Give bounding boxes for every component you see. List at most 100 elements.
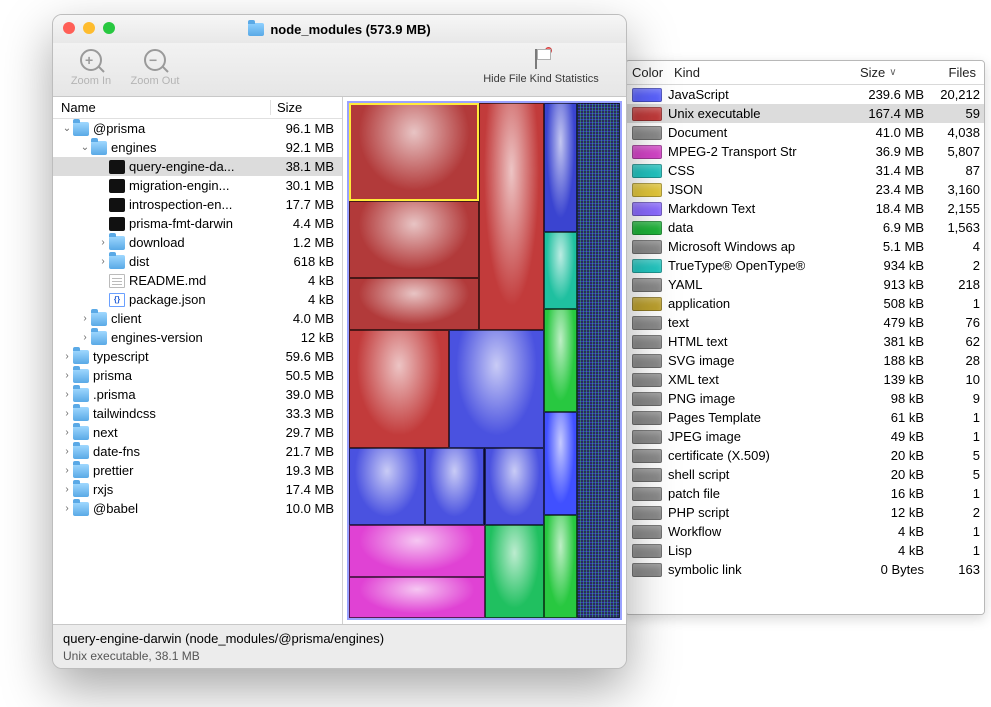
stats-row[interactable]: Workflow4 kB1 bbox=[626, 522, 984, 541]
stats-row[interactable]: Document41.0 MB4,038 bbox=[626, 123, 984, 142]
tree-row[interactable]: ›engines-version12 kB bbox=[53, 328, 342, 347]
chevron-right-icon[interactable]: › bbox=[61, 427, 73, 438]
tree-row[interactable]: ›download1.2 MB bbox=[53, 233, 342, 252]
stats-row[interactable]: JavaScript239.6 MB20,212 bbox=[626, 85, 984, 104]
treemap-block[interactable] bbox=[544, 232, 577, 309]
stats-row[interactable]: application508 kB1 bbox=[626, 294, 984, 313]
chevron-right-icon[interactable]: › bbox=[61, 446, 73, 457]
chevron-right-icon[interactable]: › bbox=[61, 408, 73, 419]
tree-row[interactable]: ›prisma-fmt-darwin4.4 MB bbox=[53, 214, 342, 233]
chevron-right-icon[interactable]: › bbox=[61, 370, 73, 381]
tree-row[interactable]: ›rxjs17.4 MB bbox=[53, 480, 342, 499]
stats-body[interactable]: JavaScript239.6 MB20,212Unix executable1… bbox=[626, 85, 984, 614]
tree-row[interactable]: ›.prisma39.0 MB bbox=[53, 385, 342, 404]
chevron-right-icon[interactable]: › bbox=[79, 332, 91, 343]
stats-row[interactable]: SVG image188 kB28 bbox=[626, 351, 984, 370]
stats-kind: MPEG-2 Transport Str bbox=[668, 144, 854, 159]
treemap-block[interactable] bbox=[544, 103, 577, 232]
stats-row[interactable]: YAML913 kB218 bbox=[626, 275, 984, 294]
stats-row[interactable]: shell script20 kB5 bbox=[626, 465, 984, 484]
treemap-block[interactable] bbox=[479, 103, 544, 330]
tree-body[interactable]: ⌄@prisma96.1 MB⌄engines92.1 MB›query-eng… bbox=[53, 119, 342, 624]
chevron-right-icon[interactable]: › bbox=[61, 389, 73, 400]
tree-item-name: @prisma bbox=[93, 121, 272, 136]
tree-row[interactable]: ›query-engine-da...38.1 MB bbox=[53, 157, 342, 176]
treemap[interactable] bbox=[347, 101, 622, 620]
treemap-block[interactable] bbox=[577, 103, 620, 618]
tree-row[interactable]: ›introspection-en...17.7 MB bbox=[53, 195, 342, 214]
treemap-block[interactable] bbox=[349, 201, 479, 278]
chevron-right-icon[interactable]: › bbox=[61, 351, 73, 362]
treemap-block[interactable] bbox=[485, 525, 545, 618]
chevron-right-icon[interactable]: › bbox=[61, 503, 73, 514]
stats-row[interactable]: JSON23.4 MB3,160 bbox=[626, 180, 984, 199]
treemap-block[interactable] bbox=[544, 412, 577, 515]
stats-row[interactable]: CSS31.4 MB87 bbox=[626, 161, 984, 180]
stats-row[interactable]: XML text139 kB10 bbox=[626, 370, 984, 389]
treemap-block[interactable] bbox=[349, 103, 479, 201]
tree-row[interactable]: ›README.md4 kB bbox=[53, 271, 342, 290]
close-icon[interactable] bbox=[63, 22, 75, 34]
stats-row[interactable]: symbolic link0 Bytes163 bbox=[626, 560, 984, 579]
chevron-down-icon[interactable]: ⌄ bbox=[61, 123, 73, 134]
tree-col-name[interactable]: Name bbox=[53, 100, 270, 115]
stats-col-files[interactable]: Files bbox=[924, 63, 984, 82]
treemap-block[interactable] bbox=[349, 330, 449, 448]
treemap-block[interactable] bbox=[349, 577, 485, 618]
tree-row[interactable]: ›prettier19.3 MB bbox=[53, 461, 342, 480]
chevron-right-icon[interactable]: › bbox=[61, 465, 73, 476]
stats-col-size[interactable]: Size ∨ bbox=[854, 63, 924, 82]
stats-row[interactable]: PNG image98 kB9 bbox=[626, 389, 984, 408]
tree-row[interactable]: ›{}package.json4 kB bbox=[53, 290, 342, 309]
stats-row[interactable]: data6.9 MB1,563 bbox=[626, 218, 984, 237]
stats-row[interactable]: Pages Template61 kB1 bbox=[626, 408, 984, 427]
tree-row[interactable]: ›date-fns21.7 MB bbox=[53, 442, 342, 461]
titlebar[interactable]: node_modules (573.9 MB) bbox=[53, 15, 626, 43]
stats-row[interactable]: MPEG-2 Transport Str36.9 MB5,807 bbox=[626, 142, 984, 161]
hide-stats-button[interactable]: Hide File Kind Statistics bbox=[466, 47, 616, 85]
stats-row[interactable]: PHP script12 kB2 bbox=[626, 503, 984, 522]
tree-row[interactable]: ›tailwindcss33.3 MB bbox=[53, 404, 342, 423]
tree-col-size[interactable]: Size bbox=[270, 100, 342, 115]
tree-row[interactable]: ›@babel10.0 MB bbox=[53, 499, 342, 518]
stats-row[interactable]: Unix executable167.4 MB59 bbox=[626, 104, 984, 123]
stats-col-kind[interactable]: Kind bbox=[668, 63, 854, 82]
treemap-block[interactable] bbox=[544, 309, 577, 412]
tree-row[interactable]: ›client4.0 MB bbox=[53, 309, 342, 328]
treemap-block[interactable] bbox=[449, 330, 544, 448]
tree-row[interactable]: ›typescript59.6 MB bbox=[53, 347, 342, 366]
treemap-block[interactable] bbox=[425, 448, 485, 525]
stats-row[interactable]: Lisp4 kB1 bbox=[626, 541, 984, 560]
tree-row[interactable]: ›dist618 kB bbox=[53, 252, 342, 271]
treemap-block[interactable] bbox=[349, 525, 485, 577]
fullscreen-icon[interactable] bbox=[103, 22, 115, 34]
stats-row[interactable]: TrueType® OpenType®934 kB2 bbox=[626, 256, 984, 275]
stats-row[interactable]: certificate (X.509)20 kB5 bbox=[626, 446, 984, 465]
chevron-right-icon[interactable]: › bbox=[97, 256, 109, 267]
tree-row[interactable]: ⌄@prisma96.1 MB bbox=[53, 119, 342, 138]
stats-row[interactable]: text479 kB76 bbox=[626, 313, 984, 332]
treemap-block[interactable] bbox=[349, 448, 425, 525]
tree-row[interactable]: ›next29.7 MB bbox=[53, 423, 342, 442]
stats-row[interactable]: Microsoft Windows ap5.1 MB4 bbox=[626, 237, 984, 256]
treemap-block[interactable] bbox=[485, 448, 545, 525]
zoom-in-button[interactable]: + Zoom In bbox=[63, 47, 119, 87]
treemap-block[interactable] bbox=[544, 515, 577, 618]
stats-row[interactable]: HTML text381 kB62 bbox=[626, 332, 984, 351]
color-swatch bbox=[632, 145, 662, 159]
stats-col-color[interactable]: Color bbox=[626, 63, 668, 82]
treemap-block[interactable] bbox=[349, 278, 479, 330]
chevron-down-icon[interactable]: ⌄ bbox=[79, 142, 91, 153]
folder-icon bbox=[73, 502, 89, 516]
chevron-right-icon[interactable]: › bbox=[79, 313, 91, 324]
minimize-icon[interactable] bbox=[83, 22, 95, 34]
chevron-right-icon[interactable]: › bbox=[61, 484, 73, 495]
stats-row[interactable]: Markdown Text18.4 MB2,155 bbox=[626, 199, 984, 218]
stats-row[interactable]: JPEG image49 kB1 bbox=[626, 427, 984, 446]
tree-row[interactable]: ⌄engines92.1 MB bbox=[53, 138, 342, 157]
chevron-right-icon[interactable]: › bbox=[97, 237, 109, 248]
stats-row[interactable]: patch file16 kB1 bbox=[626, 484, 984, 503]
zoom-out-button[interactable]: − Zoom Out bbox=[127, 47, 183, 87]
tree-row[interactable]: ›migration-engin...30.1 MB bbox=[53, 176, 342, 195]
tree-row[interactable]: ›prisma50.5 MB bbox=[53, 366, 342, 385]
